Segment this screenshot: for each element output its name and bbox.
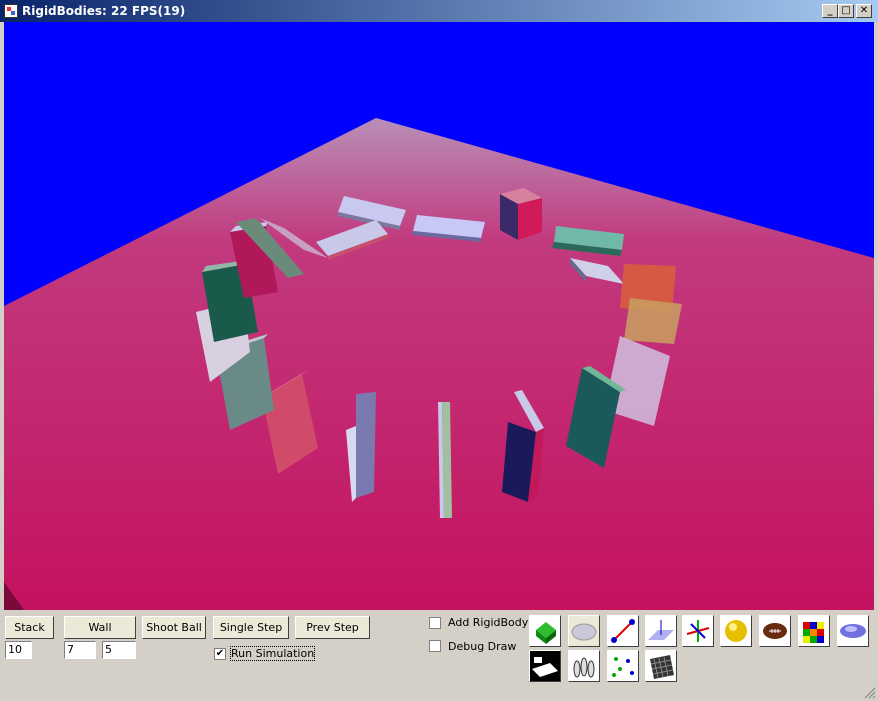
axes-icon[interactable] [682,615,714,647]
wall-width-field[interactable]: 7 [64,641,96,659]
simulation-viewport[interactable] [4,22,874,610]
sphere-icon[interactable] [720,615,752,647]
close-button[interactable]: ✕ [856,4,872,18]
window-title: RigidBodies: 22 FPS(19) [22,4,186,18]
green-box-icon[interactable] [529,615,561,647]
terrain-icon[interactable] [529,650,561,682]
disc-icon[interactable] [568,615,600,647]
shoot-ball-button[interactable]: Shoot Ball [142,616,206,639]
wall-grid-icon[interactable] [645,650,677,682]
single-step-button[interactable]: Single Step [213,616,289,639]
run-simulation-checkbox[interactable]: ✔ [214,648,226,660]
debug-draw-checkbox[interactable] [429,640,441,652]
control-panel: Stack 10 Wall 7 5 Shoot Ball Single Step… [0,610,878,701]
resize-grip-icon[interactable] [864,687,876,699]
plane-icon[interactable] [645,615,677,647]
wall-button[interactable]: Wall [64,616,136,639]
wall-height-field[interactable]: 5 [102,641,136,659]
segment-icon[interactable] [607,615,639,647]
minimize-button[interactable]: _ [822,4,838,18]
ellipsoid-icon[interactable] [837,615,869,647]
maximize-button[interactable]: □ [838,4,854,18]
title-bar: RigidBodies: 22 FPS(19) _ □ ✕ [0,0,878,22]
rubiks-cube-icon[interactable] [798,615,830,647]
particles-icon[interactable] [607,650,639,682]
stack-button[interactable]: Stack [5,616,54,639]
run-simulation-label[interactable]: Run Simulation [229,646,316,661]
debug-draw-label[interactable]: Debug Draw [448,640,516,653]
scene-render [4,22,874,610]
add-rigidbody-checkbox[interactable] [429,617,441,629]
bowling-pins-icon[interactable] [568,650,600,682]
prev-step-button[interactable]: Prev Step [295,616,370,639]
stack-count-field[interactable]: 10 [5,641,32,659]
app-icon [4,4,18,18]
football-icon[interactable] [759,615,791,647]
add-rigidbody-label[interactable]: Add RigidBody [448,616,528,629]
